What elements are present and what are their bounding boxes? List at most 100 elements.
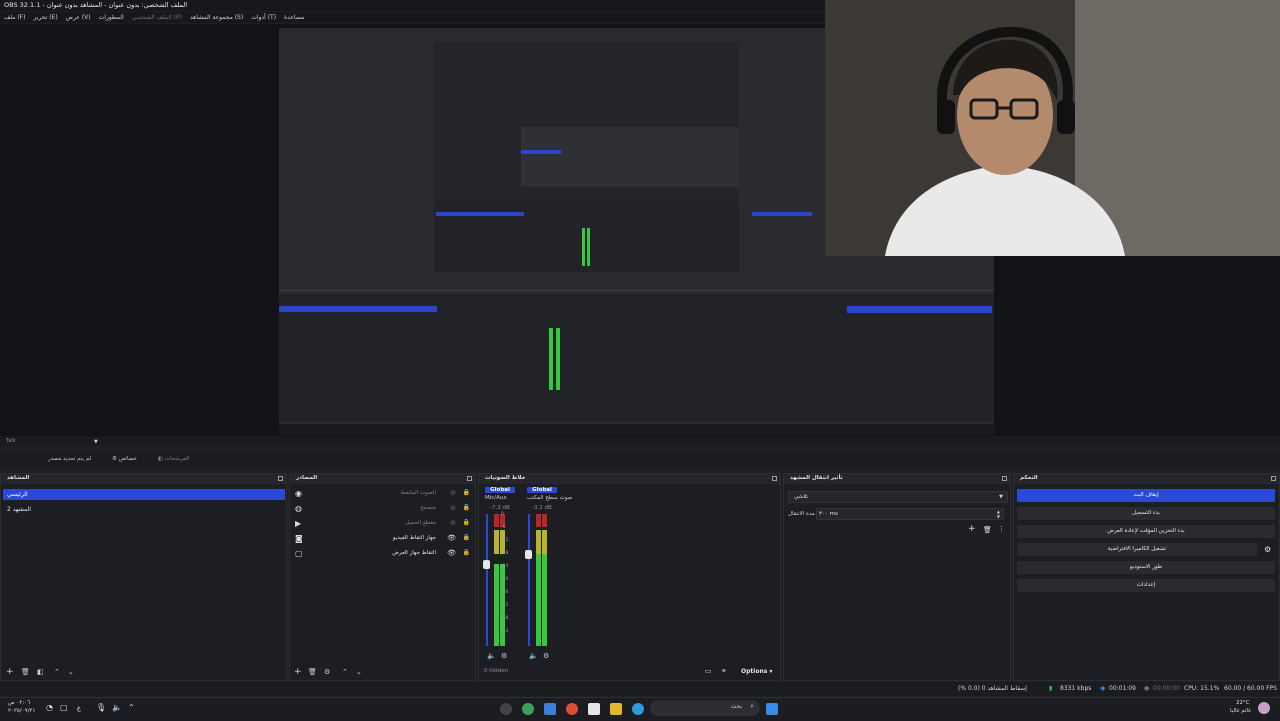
add-source-button[interactable]: + — [294, 667, 302, 677]
volume-knob[interactable] — [483, 560, 490, 570]
volume-knob[interactable] — [525, 549, 532, 559]
menu-item[interactable]: مجموعة المشاهد (S) — [190, 14, 243, 21]
eye-off-icon[interactable]: ⊘ — [450, 519, 456, 527]
source-row[interactable]: ▢ التقاط جهاز العرض 👁 🔒 — [290, 547, 476, 561]
control-button[interactable]: إيقاف البث — [1017, 489, 1275, 502]
weather-desc[interactable]: غائم غالبا — [1230, 708, 1251, 714]
add-transition-button[interactable]: + — [968, 524, 976, 534]
lock-icon[interactable]: 🔒 — [463, 504, 470, 511]
speaker-icon[interactable]: 🔈 — [112, 703, 122, 712]
menu-item[interactable]: عرض (V) — [66, 14, 91, 21]
status-bar: إسقاط المشاهد 0 (0.0 %) ▮ 8331 kbps ◉ 00… — [0, 682, 1280, 696]
app-icon[interactable] — [544, 703, 556, 715]
stream-time: 00:01:09 — [1109, 685, 1136, 692]
undock-icon[interactable] — [1002, 476, 1007, 481]
menu-item[interactable]: ملف (F) — [4, 14, 25, 21]
move-down-icon[interactable]: ⌄ — [68, 668, 74, 676]
chevron-down-icon[interactable]: ▼ — [94, 439, 98, 445]
clock-time[interactable]: ٠٢:٠٦ ص — [8, 700, 30, 706]
meter-tick-label: -6 — [501, 525, 506, 530]
eye-icon[interactable]: 👁 — [447, 534, 456, 542]
filters-label: المرشحات — [164, 456, 190, 462]
control-button[interactable]: بدء التسجيل — [1017, 507, 1275, 520]
control-button[interactable]: طور الاستوديو — [1017, 561, 1275, 574]
windows-start-icon[interactable] — [766, 703, 778, 715]
control-button[interactable]: تشغيل الكاميرا الافتراضية — [1017, 543, 1257, 556]
menu-item[interactable]: الملف الشخصي (P) — [132, 14, 182, 21]
source-row[interactable]: ◉ الصوت الملتقط ⊘ 🔒 — [290, 487, 476, 501]
menu-item[interactable]: أدوات (T) — [251, 14, 276, 21]
move-up-icon[interactable]: ⌃ — [54, 668, 60, 676]
source-row[interactable]: ◍ متصفح ⊘ 🔒 — [290, 502, 476, 516]
lock-icon[interactable]: 🔒 — [463, 519, 470, 526]
eye-icon[interactable]: 👁 — [447, 549, 456, 557]
controls-title: التحكم — [1020, 475, 1038, 481]
scene-item[interactable]: المشهد 2 — [3, 504, 285, 515]
scene-filter-icon[interactable]: ◧ — [37, 668, 44, 676]
menu-item[interactable]: مساعدة — [284, 14, 304, 21]
speaker-icon[interactable]: 🔈 — [529, 652, 538, 660]
language-indicator[interactable]: ع — [77, 704, 81, 712]
chrome-icon[interactable] — [522, 703, 534, 715]
microphone-icon[interactable]: 🎙 — [96, 703, 106, 712]
channel-name[interactable]: Mic/Aux — [485, 495, 507, 501]
undock-icon[interactable] — [467, 476, 472, 481]
weather-temp[interactable]: 22°C — [1236, 700, 1250, 706]
filters-button[interactable]: ◧ المرشحات — [158, 456, 189, 462]
more-icon[interactable]: ⋮ — [998, 525, 1005, 533]
gear-icon[interactable]: ⚙ — [501, 652, 507, 660]
transition-select[interactable]: تلاشي ▼ — [788, 491, 1008, 503]
undock-icon[interactable] — [278, 476, 283, 481]
source-row[interactable]: ◙ جهاز التقاط الفيديو 👁 🔒 — [290, 532, 476, 546]
mixer-dock-header: خلاط الصوتيات — [479, 474, 780, 484]
mixer-options-button[interactable]: Options ▾ — [741, 668, 772, 675]
menu-item[interactable]: تحرير (E) — [33, 14, 57, 21]
chevron-up-icon[interactable]: ⌃ — [128, 703, 135, 712]
browser-icon[interactable] — [566, 703, 578, 715]
source-row[interactable]: ▶ مقطع الحميل ⊘ 🔒 — [290, 517, 476, 531]
taskbar-search[interactable]: بحث ⌕ — [650, 700, 760, 716]
mixer-title: خلاط الصوتيات — [485, 475, 526, 481]
eye-off-icon[interactable]: ⊘ — [450, 504, 456, 512]
clock-date[interactable]: ٢٠٢٥/٠٩/٢١ — [8, 708, 35, 714]
control-button[interactable]: إعدادات — [1017, 579, 1275, 592]
calendar-icon[interactable] — [588, 703, 600, 715]
menu-item[interactable]: المطورات — [99, 14, 124, 21]
transitions-dock-header: تأثير انتقال المشهد — [784, 474, 1010, 484]
level-meter — [494, 514, 499, 646]
gear-icon[interactable]: ⚙ — [543, 652, 549, 660]
obs-app-icon[interactable] — [500, 703, 512, 715]
control-button[interactable]: بدء التخزين المؤقت لإعادة العرض — [1017, 525, 1275, 538]
meter-tick-label: -30 — [501, 577, 509, 582]
trash-icon[interactable]: 🗑 — [983, 526, 992, 534]
duration-spinbox[interactable]: ٣٠٠ ms ▲ ▼ — [816, 508, 1004, 520]
move-up-icon[interactable]: ⌃ — [342, 668, 348, 676]
volume-slider[interactable] — [528, 514, 530, 646]
gear-icon[interactable]: ⚙ — [1264, 545, 1271, 554]
lock-icon[interactable]: 🔒 — [463, 489, 470, 496]
scene-item[interactable]: الرئيسي — [3, 489, 285, 500]
undock-icon[interactable] — [772, 476, 777, 481]
weather-icon[interactable] — [1258, 702, 1270, 714]
edge-icon[interactable] — [632, 703, 644, 715]
volume-slider[interactable] — [486, 514, 488, 646]
gear-icon[interactable]: ⚙ — [324, 668, 330, 676]
folder-icon[interactable] — [610, 703, 622, 715]
trash-icon[interactable]: 🗑 — [21, 668, 30, 676]
scene-label: المشهد 2 — [7, 506, 31, 513]
notification-icon[interactable]: ◔ — [46, 703, 53, 712]
eye-off-icon[interactable]: ⊘ — [450, 489, 456, 497]
lock-icon[interactable]: 🔒 — [463, 549, 470, 556]
speaker-icon[interactable]: 🔈 — [487, 652, 496, 660]
undock-icon[interactable] — [1271, 476, 1276, 481]
display-icon[interactable]: ▢ — [60, 703, 68, 712]
channel-name[interactable]: صوت سطح المكتب — [527, 495, 572, 501]
layout-icon[interactable]: ▭ — [705, 667, 712, 675]
spin-down-icon[interactable]: ▼ — [997, 514, 1000, 519]
add-scene-button[interactable]: + — [6, 667, 14, 677]
lock-icon[interactable]: 🔒 — [463, 534, 470, 541]
trash-icon[interactable]: 🗑 — [308, 668, 317, 676]
move-down-icon[interactable]: ⌄ — [356, 668, 362, 676]
properties-button[interactable]: ⚙ خصائص — [112, 456, 137, 462]
link-icon[interactable]: ⚭ — [721, 667, 727, 675]
